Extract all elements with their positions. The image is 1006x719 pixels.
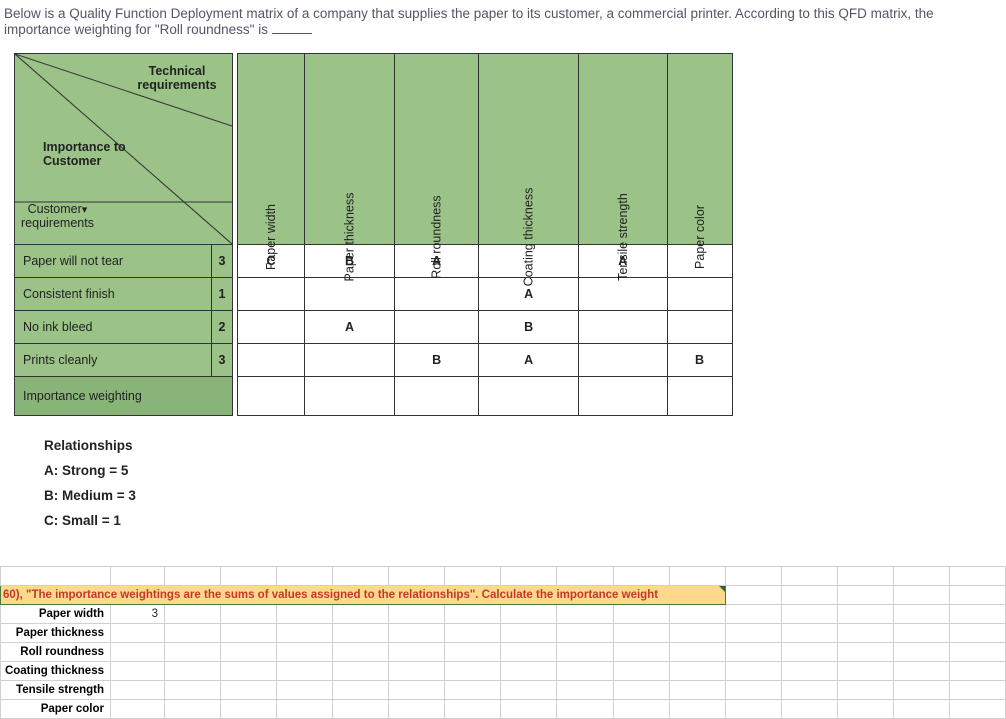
legend-a: A: Strong = 5	[44, 463, 1006, 478]
rel-cell	[238, 311, 305, 344]
iw-cell	[238, 377, 305, 416]
rel-cell	[579, 278, 668, 311]
importance-weighting-label: Importance weighting	[15, 377, 233, 416]
ss-label[interactable]: Paper color	[1, 700, 111, 719]
rel-cell	[394, 278, 478, 311]
ss-value[interactable]	[111, 643, 165, 662]
tech-req-label: Technical requirements	[132, 64, 222, 92]
rel-cell	[667, 311, 732, 344]
rel-cell: A	[305, 311, 395, 344]
rel-cell: A	[479, 344, 579, 377]
importance-to-customer-label: Importance to Customer	[43, 140, 133, 168]
rel-cell	[579, 344, 668, 377]
table-row: No ink bleed 2 A B	[15, 311, 733, 344]
table-row: Consistent finish 1 A	[15, 278, 733, 311]
spreadsheet: 60), "The importance weightings are the …	[0, 566, 1006, 719]
tech-col-roll-roundness: Roll roundness	[394, 54, 478, 245]
importance-weighting-row: Importance weighting	[15, 377, 733, 416]
rel-cell	[238, 278, 305, 311]
rel-cell	[238, 344, 305, 377]
ss-value[interactable]	[111, 662, 165, 681]
spreadsheet-empty-row	[1, 567, 1006, 586]
iw-cell	[667, 377, 732, 416]
relationships-legend: Relationships A: Strong = 5 B: Medium = …	[44, 438, 1006, 528]
tech-col-paper-color: Paper color	[667, 54, 732, 245]
rel-cell: B	[479, 311, 579, 344]
ss-label[interactable]: Roll roundness	[1, 643, 111, 662]
table-row: Prints cleanly 3 B A B	[15, 344, 733, 377]
cust-req-label: Prints cleanly	[15, 344, 212, 377]
rel-cell	[305, 278, 395, 311]
rel-cell: B	[667, 344, 732, 377]
tech-col-coating-thickness: Coating thickness	[479, 54, 579, 245]
cust-req-label: Consistent finish	[15, 278, 212, 311]
importance-value: 1	[212, 278, 233, 311]
blank-line	[272, 21, 312, 34]
ss-value[interactable]: 3	[111, 605, 165, 624]
qfd-header-diagonal: Technical requirements Importance to Cus…	[15, 54, 233, 245]
legend-c: C: Small = 1	[44, 513, 1006, 528]
down-arrow-icon: ▾	[82, 204, 88, 216]
tech-col-tensile-strength: Tensile strength	[579, 54, 668, 245]
spreadsheet-row: Roll roundness	[1, 643, 1006, 662]
rel-cell	[579, 311, 668, 344]
importance-value: 3	[212, 245, 233, 278]
legend-b: B: Medium = 3	[44, 488, 1006, 503]
spreadsheet-row: Paper color	[1, 700, 1006, 719]
spreadsheet-q60-row: 60), "The importance weightings are the …	[1, 586, 1006, 605]
legend-title: Relationships	[44, 438, 1006, 453]
iw-cell	[579, 377, 668, 416]
q60-cell[interactable]: 60), "The importance weightings are the …	[1, 586, 726, 605]
qfd-matrix: Technical requirements Importance to Cus…	[14, 53, 1006, 528]
spreadsheet-row: Paper thickness	[1, 624, 1006, 643]
importance-value: 3	[212, 344, 233, 377]
spreadsheet-row: Paper width 3	[1, 605, 1006, 624]
rel-cell	[305, 344, 395, 377]
importance-value: 2	[212, 311, 233, 344]
ss-value[interactable]	[111, 624, 165, 643]
ss-label[interactable]: Paper thickness	[1, 624, 111, 643]
rel-cell	[667, 278, 732, 311]
tech-col-paper-thickness: Paper thickness	[305, 54, 395, 245]
cust-req-label: No ink bleed	[15, 311, 212, 344]
iw-cell	[394, 377, 478, 416]
rel-cell: B	[394, 344, 478, 377]
cust-req-label: Paper will not tear	[15, 245, 212, 278]
question-text: Below is a Quality Function Deployment m…	[0, 0, 1006, 39]
customer-req-label: Customer▾ requirements	[21, 202, 94, 230]
question-body: Below is a Quality Function Deployment m…	[4, 6, 934, 37]
rel-cell	[394, 311, 478, 344]
iw-cell	[305, 377, 395, 416]
ss-value[interactable]	[111, 700, 165, 719]
tech-col-paper-width: Paper width	[238, 54, 305, 245]
ss-label[interactable]: Paper width	[1, 605, 111, 624]
iw-cell	[479, 377, 579, 416]
spreadsheet-row: Coating thickness	[1, 662, 1006, 681]
ss-label[interactable]: Coating thickness	[1, 662, 111, 681]
